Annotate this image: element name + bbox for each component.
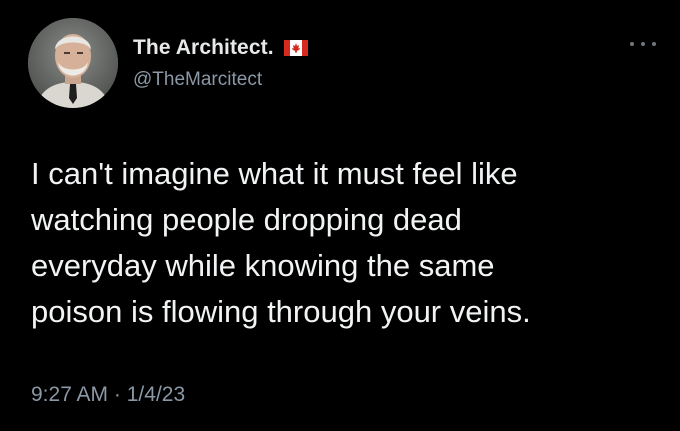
tweet-date: 1/4/23 — [126, 383, 186, 406]
canada-flag-icon — [283, 40, 308, 56]
tweet-timestamp[interactable]: 9:27 AM · 1/4/23 — [31, 383, 185, 407]
more-dot — [630, 42, 634, 46]
more-dot — [652, 42, 656, 46]
profile-photo-icon — [28, 18, 118, 108]
tweet-card: The Architect. @TheMarcitect I can't ima… — [0, 0, 680, 431]
timestamp-separator: · — [113, 383, 121, 406]
tweet-text: I can't imagine what it must feel like w… — [31, 156, 531, 329]
author-name-row: The Architect. — [133, 34, 308, 62]
more-dot — [641, 42, 645, 46]
tweet-time: 9:27 AM — [31, 383, 109, 406]
author-handle[interactable]: @TheMarcitect — [133, 69, 262, 91]
avatar[interactable] — [28, 18, 118, 108]
more-options-icon[interactable] — [630, 38, 656, 50]
display-name[interactable]: The Architect. — [133, 36, 274, 60]
